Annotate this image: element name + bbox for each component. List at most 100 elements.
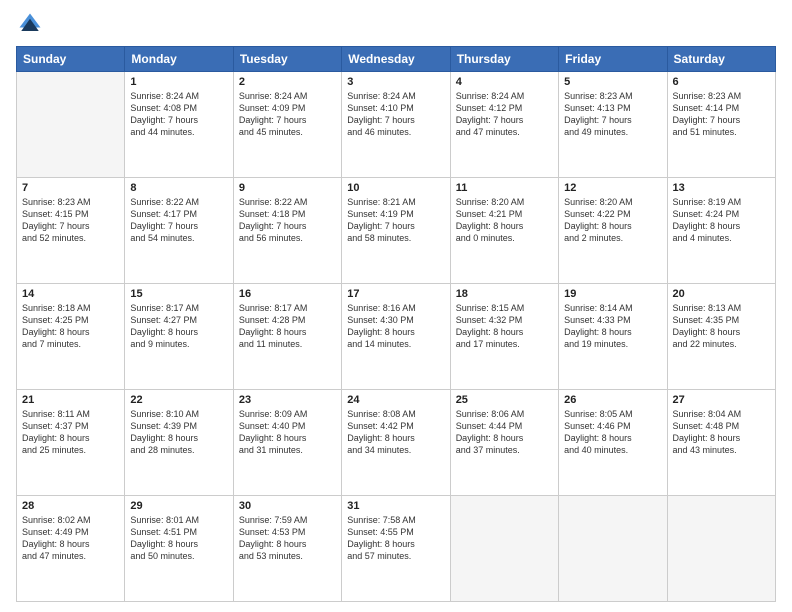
calendar-cell: 26Sunrise: 8:05 AM Sunset: 4:46 PM Dayli… bbox=[559, 390, 667, 496]
week-row-5: 28Sunrise: 8:02 AM Sunset: 4:49 PM Dayli… bbox=[17, 496, 776, 602]
calendar-cell bbox=[450, 496, 558, 602]
day-of-week-sunday: Sunday bbox=[17, 47, 125, 72]
logo bbox=[16, 10, 48, 38]
header bbox=[16, 10, 776, 38]
calendar-cell: 29 Sunrise: 8:01 AM Sunset: 4:51 PM Dayli… bbox=[125, 496, 233, 602]
day-number: 22 bbox=[130, 394, 227, 406]
calendar-cell: 9Sunrise: 8:22 AM Sunset: 4:18 PM Daylig… bbox=[233, 178, 341, 284]
calendar-cell: 27 Sunrise: 8:04 AM Sunset: 4:48 PM Dayli… bbox=[667, 390, 775, 496]
calendar-cell: 18 Sunrise: 8:15 AM Sunset: 4:32 PM Dayli… bbox=[450, 284, 558, 390]
calendar-cell: 22Sunrise: 8:10 AM Sunset: 4:39 PM Dayli… bbox=[125, 390, 233, 496]
cell-info: Sunrise: 8:23 AM Sunset: 4:15 PM Dayligh… bbox=[22, 196, 119, 245]
calendar-cell: 28Sunrise: 8:02 AM Sunset: 4:49 PM Dayli… bbox=[17, 496, 125, 602]
day-number: 18 bbox=[456, 288, 553, 300]
week-row-2: 7Sunrise: 8:23 AM Sunset: 4:15 PM Daylig… bbox=[17, 178, 776, 284]
calendar-cell: 2Sunrise: 8:24 AM Sunset: 4:09 PM Daylig… bbox=[233, 72, 341, 178]
cell-info: Sunrise: 8:22 AM Sunset: 4:18 PM Dayligh… bbox=[239, 196, 336, 245]
day-number: 29 bbox=[130, 500, 227, 512]
calendar-cell: 19 Sunrise: 8:14 AM Sunset: 4:33 PM Dayli… bbox=[559, 284, 667, 390]
cell-info: Sunrise: 8:21 AM Sunset: 4:19 PM Dayligh… bbox=[347, 196, 444, 245]
calendar-header: SundayMondayTuesdayWednesdayThursdayFrid… bbox=[17, 47, 776, 72]
calendar-cell bbox=[17, 72, 125, 178]
day-number: 25 bbox=[456, 394, 553, 406]
cell-info: Sunrise: 8:04 AM Sunset: 4:48 PM Dayligh… bbox=[673, 408, 770, 457]
day-number: 26 bbox=[564, 394, 661, 406]
week-row-4: 21 Sunrise: 8:11 AM Sunset: 4:37 PM Dayli… bbox=[17, 390, 776, 496]
calendar-cell: 24Sunrise: 8:08 AM Sunset: 4:42 PM Dayli… bbox=[342, 390, 450, 496]
cell-info: Sunrise: 8:18 AM Sunset: 4:25 PM Dayligh… bbox=[22, 302, 119, 351]
cell-info: Sunrise: 8:01 AM Sunset: 4:51 PM Dayligh… bbox=[130, 514, 227, 563]
cell-info: Sunrise: 8:24 AM Sunset: 4:12 PM Dayligh… bbox=[456, 90, 553, 139]
day-number: 19 bbox=[564, 288, 661, 300]
calendar-cell: 4 Sunrise: 8:24 AM Sunset: 4:12 PM Daylig… bbox=[450, 72, 558, 178]
cell-info: Sunrise: 8:23 AM Sunset: 4:13 PM Dayligh… bbox=[564, 90, 661, 139]
day-number: 17 bbox=[347, 288, 444, 300]
day-number: 20 bbox=[673, 288, 770, 300]
week-row-3: 14Sunrise: 8:18 AM Sunset: 4:25 PM Dayli… bbox=[17, 284, 776, 390]
calendar-cell: 12 Sunrise: 8:20 AM Sunset: 4:22 PM Dayli… bbox=[559, 178, 667, 284]
day-number: 5 bbox=[564, 76, 661, 88]
day-of-week-wednesday: Wednesday bbox=[342, 47, 450, 72]
cell-info: Sunrise: 8:15 AM Sunset: 4:32 PM Dayligh… bbox=[456, 302, 553, 351]
cell-info: Sunrise: 8:24 AM Sunset: 4:08 PM Dayligh… bbox=[130, 90, 227, 139]
day-of-week-saturday: Saturday bbox=[667, 47, 775, 72]
calendar-cell bbox=[667, 496, 775, 602]
day-number: 28 bbox=[22, 500, 119, 512]
day-number: 1 bbox=[130, 76, 227, 88]
calendar-cell: 11 Sunrise: 8:20 AM Sunset: 4:21 PM Dayli… bbox=[450, 178, 558, 284]
day-number: 27 bbox=[673, 394, 770, 406]
day-number: 31 bbox=[347, 500, 444, 512]
day-number: 4 bbox=[456, 76, 553, 88]
day-number: 15 bbox=[130, 288, 227, 300]
day-number: 16 bbox=[239, 288, 336, 300]
calendar-cell: 5 Sunrise: 8:23 AM Sunset: 4:13 PM Daylig… bbox=[559, 72, 667, 178]
day-number: 11 bbox=[456, 182, 553, 194]
day-of-week-monday: Monday bbox=[125, 47, 233, 72]
cell-info: Sunrise: 7:58 AM Sunset: 4:55 PM Dayligh… bbox=[347, 514, 444, 563]
day-number: 12 bbox=[564, 182, 661, 194]
day-number: 21 bbox=[22, 394, 119, 406]
cell-info: Sunrise: 8:23 AM Sunset: 4:14 PM Dayligh… bbox=[673, 90, 770, 139]
cell-info: Sunrise: 8:17 AM Sunset: 4:27 PM Dayligh… bbox=[130, 302, 227, 351]
logo-icon bbox=[16, 10, 44, 38]
day-of-week-thursday: Thursday bbox=[450, 47, 558, 72]
day-number: 13 bbox=[673, 182, 770, 194]
calendar-cell: 20Sunrise: 8:13 AM Sunset: 4:35 PM Dayli… bbox=[667, 284, 775, 390]
calendar-cell: 16Sunrise: 8:17 AM Sunset: 4:28 PM Dayli… bbox=[233, 284, 341, 390]
day-number: 10 bbox=[347, 182, 444, 194]
cell-info: Sunrise: 7:59 AM Sunset: 4:53 PM Dayligh… bbox=[239, 514, 336, 563]
cell-info: Sunrise: 8:09 AM Sunset: 4:40 PM Dayligh… bbox=[239, 408, 336, 457]
calendar-cell: 17 Sunrise: 8:16 AM Sunset: 4:30 PM Dayli… bbox=[342, 284, 450, 390]
day-of-week-friday: Friday bbox=[559, 47, 667, 72]
day-of-week-tuesday: Tuesday bbox=[233, 47, 341, 72]
cell-info: Sunrise: 8:24 AM Sunset: 4:09 PM Dayligh… bbox=[239, 90, 336, 139]
cell-info: Sunrise: 8:11 AM Sunset: 4:37 PM Dayligh… bbox=[22, 408, 119, 457]
cell-info: Sunrise: 8:19 AM Sunset: 4:24 PM Dayligh… bbox=[673, 196, 770, 245]
cell-info: Sunrise: 8:06 AM Sunset: 4:44 PM Dayligh… bbox=[456, 408, 553, 457]
calendar-cell: 7Sunrise: 8:23 AM Sunset: 4:15 PM Daylig… bbox=[17, 178, 125, 284]
calendar-cell: 30 Sunrise: 7:59 AM Sunset: 4:53 PM Dayli… bbox=[233, 496, 341, 602]
day-number: 30 bbox=[239, 500, 336, 512]
cell-info: Sunrise: 8:16 AM Sunset: 4:30 PM Dayligh… bbox=[347, 302, 444, 351]
cell-info: Sunrise: 8:20 AM Sunset: 4:21 PM Dayligh… bbox=[456, 196, 553, 245]
calendar-cell: 21 Sunrise: 8:11 AM Sunset: 4:37 PM Dayli… bbox=[17, 390, 125, 496]
calendar-cell: 3 Sunrise: 8:24 AM Sunset: 4:10 PM Daylig… bbox=[342, 72, 450, 178]
cell-info: Sunrise: 8:22 AM Sunset: 4:17 PM Dayligh… bbox=[130, 196, 227, 245]
calendar-cell: 15 Sunrise: 8:17 AM Sunset: 4:27 PM Dayli… bbox=[125, 284, 233, 390]
calendar-cell: 14Sunrise: 8:18 AM Sunset: 4:25 PM Dayli… bbox=[17, 284, 125, 390]
calendar-cell bbox=[559, 496, 667, 602]
day-header-row: SundayMondayTuesdayWednesdayThursdayFrid… bbox=[17, 47, 776, 72]
calendar-cell: 23 Sunrise: 8:09 AM Sunset: 4:40 PM Dayli… bbox=[233, 390, 341, 496]
cell-info: Sunrise: 8:20 AM Sunset: 4:22 PM Dayligh… bbox=[564, 196, 661, 245]
page: SundayMondayTuesdayWednesdayThursdayFrid… bbox=[0, 0, 792, 612]
day-number: 24 bbox=[347, 394, 444, 406]
cell-info: Sunrise: 8:14 AM Sunset: 4:33 PM Dayligh… bbox=[564, 302, 661, 351]
day-number: 3 bbox=[347, 76, 444, 88]
calendar-cell: 8Sunrise: 8:22 AM Sunset: 4:17 PM Daylig… bbox=[125, 178, 233, 284]
calendar-cell: 1 Sunrise: 8:24 AM Sunset: 4:08 PM Daylig… bbox=[125, 72, 233, 178]
day-number: 23 bbox=[239, 394, 336, 406]
calendar-cell: 13 Sunrise: 8:19 AM Sunset: 4:24 PM Dayli… bbox=[667, 178, 775, 284]
week-row-1: 1 Sunrise: 8:24 AM Sunset: 4:08 PM Daylig… bbox=[17, 72, 776, 178]
cell-info: Sunrise: 8:24 AM Sunset: 4:10 PM Dayligh… bbox=[347, 90, 444, 139]
calendar-cell: 31 Sunrise: 7:58 AM Sunset: 4:55 PM Dayli… bbox=[342, 496, 450, 602]
